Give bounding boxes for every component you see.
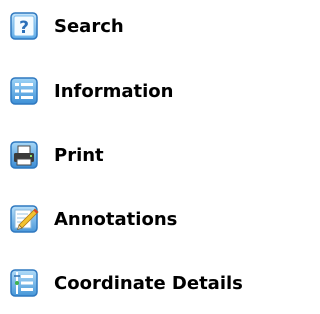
menu-item-information[interactable]: Information xyxy=(8,71,173,111)
menu-item-label: Search xyxy=(54,15,124,37)
menu-item-coordinate-details[interactable]: Coordinate Details xyxy=(8,263,243,303)
info-list-icon xyxy=(8,75,40,107)
help-question-icon: ? xyxy=(8,10,40,42)
menu-item-label: Information xyxy=(54,80,174,102)
menu-item-label: Annotations xyxy=(54,208,178,230)
pencil-note-icon xyxy=(8,203,40,235)
printer-icon xyxy=(8,139,40,171)
menu-item-print[interactable]: Print xyxy=(8,135,104,175)
coordinate-details-icon xyxy=(8,267,40,299)
menu-item-label: Coordinate Details xyxy=(54,272,243,294)
svg-text:?: ? xyxy=(19,18,29,38)
menu-item-label: Print xyxy=(54,144,104,166)
menu-item-search[interactable]: ? Search xyxy=(8,6,124,46)
menu-item-annotations[interactable]: Annotations xyxy=(8,199,177,239)
